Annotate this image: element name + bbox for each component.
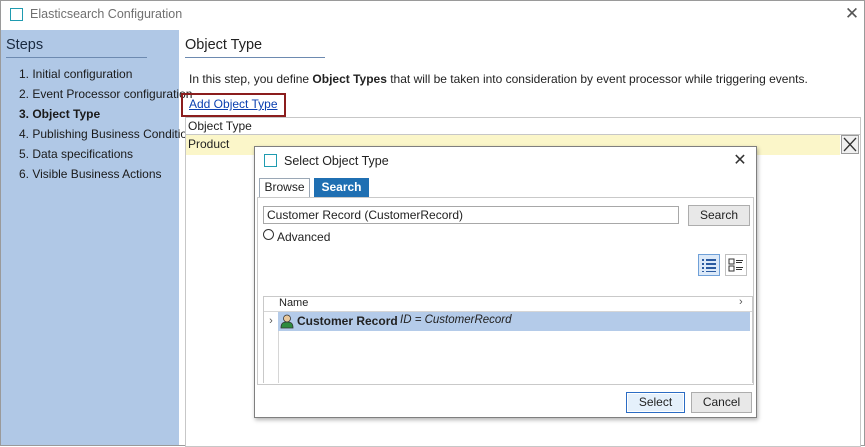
select-button[interactable]: Select (626, 392, 685, 413)
table-header: Object Type (186, 118, 860, 135)
object-type-cell: Product (188, 137, 230, 151)
window-icon (10, 8, 23, 21)
tab-search[interactable]: Search (314, 178, 369, 197)
step-object-type[interactable]: 3. Object Type (19, 107, 100, 121)
advanced-label: Advanced (277, 230, 331, 244)
dialog-icon (264, 154, 277, 167)
configuration-window: Elasticsearch Configuration ✕ Steps 1. I… (0, 0, 865, 447)
search-button[interactable]: Search (688, 205, 750, 226)
description-bold: Object Types (312, 72, 387, 86)
results-header: Name › (264, 296, 752, 312)
column-header-object-type: Object Type (188, 119, 252, 133)
search-panel: Search Advanced Name › (257, 197, 754, 385)
result-id: ID = CustomerRecord (400, 314, 512, 326)
chevron-right-icon[interactable]: › (739, 296, 743, 308)
result-name: Customer Record (297, 314, 398, 328)
step-initial-configuration[interactable]: 1. Initial configuration (19, 67, 132, 81)
list-view-button[interactable] (698, 254, 720, 276)
description-text: In this step, you define (189, 72, 313, 86)
step-publishing-business-condition[interactable]: 4. Publishing Business Condition (19, 127, 194, 141)
step-data-specifications[interactable]: 5. Data specifications (19, 147, 133, 161)
column-header-name: Name (279, 297, 309, 309)
expand-row-icon[interactable]: › (264, 312, 278, 331)
list-view-icon (702, 259, 716, 272)
step-visible-business-actions[interactable]: 6. Visible Business Actions (19, 167, 162, 181)
steps-sidebar: Steps 1. Initial configuration 2. Event … (1, 30, 194, 445)
step-event-processor-configuration[interactable]: 2. Event Processor configuration (19, 87, 192, 101)
tab-browse[interactable]: Browse (259, 178, 310, 197)
table-row[interactable]: Customer Record ID = CustomerRecord (278, 312, 750, 331)
page-title: Object Type (185, 37, 263, 53)
cancel-button[interactable]: Cancel (691, 392, 752, 413)
title-bar: Elasticsearch Configuration ✕ (1, 1, 864, 29)
divider (6, 57, 147, 58)
dialog-title: Select Object Type (284, 154, 389, 168)
detail-view-button[interactable] (725, 254, 747, 276)
window-title: Elasticsearch Configuration (30, 7, 183, 21)
advanced-toggle[interactable]: Advanced (263, 229, 331, 244)
close-icon[interactable]: ✕ (730, 151, 750, 171)
select-object-type-dialog: Select Object Type ✕ Browse Search Searc… (254, 146, 757, 418)
results-table: Name › › Customer Record ID = CustomerRe… (263, 296, 753, 383)
remove-row-button[interactable] (841, 135, 859, 154)
steps-title: Steps (6, 37, 44, 53)
divider (185, 57, 325, 58)
expand-icon (263, 229, 274, 241)
add-object-type-link[interactable]: Add Object Type (189, 97, 278, 111)
close-icon[interactable]: ✕ (841, 3, 863, 25)
search-input[interactable] (263, 206, 679, 224)
description-text-end: that will be taken into consideration by… (386, 72, 808, 86)
step-description: In this step, you define Object Types th… (189, 72, 808, 86)
detail-view-icon (728, 258, 743, 272)
user-icon (280, 314, 294, 329)
remove-icon (843, 137, 857, 152)
